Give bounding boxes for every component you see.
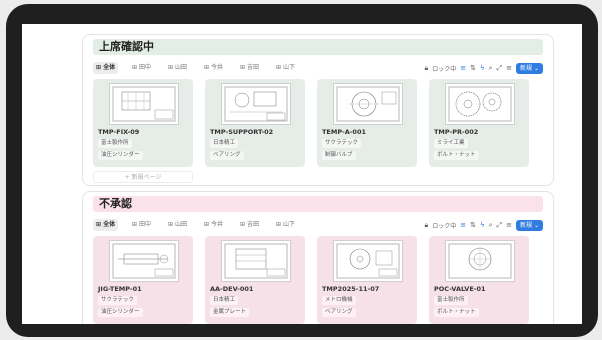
section-title: 不承認 [93,196,543,212]
card-title: TEMP-A-001 [322,128,366,136]
sliders-icon[interactable]: ≡ [506,62,512,74]
card[interactable]: POC-VALVE-01 富士製作所 ボルト・ナット [429,236,529,324]
tab-imai[interactable]: ⊞ 今井 [201,219,226,231]
part-tag: 制御バルブ [322,151,356,160]
company-tag: サクラテック [322,139,362,148]
card[interactable]: JIG-TEMP-01 サクラテック 油圧シリンダー [93,236,193,324]
section-rejected: 不承認 ⊞ 全体 ⊞ 田中 ⊞ 山田 ⊞ 今井 ⊞ 吉田 ⊞ 山下 🔒︎ ロック… [82,191,554,324]
part-tag: ベアリング [322,308,356,317]
part-tag: ボルト・ナット [434,308,479,317]
part-tag: ボルト・ナット [434,151,479,160]
card-title: JIG-TEMP-01 [98,285,142,293]
part-tag: 金属プレート [210,308,250,317]
part-tag: 油圧シリンダー [98,151,143,160]
new-button[interactable]: 新規 ⌄ [516,62,543,74]
view-toolbar: ⊞ 全体 ⊞ 田中 ⊞ 山田 ⊞ 今井 ⊞ 吉田 ⊞ 山下 🔒︎ ロック中 ≡ … [93,61,543,75]
card[interactable]: TEMP-A-001 サクラテック 制御バルブ [317,79,417,167]
search-icon[interactable]: ⌕ [489,62,493,74]
tab-yamada[interactable]: ⊞ 山田 [165,62,190,74]
card-title: TMP-FIX-09 [98,128,140,136]
search-icon[interactable]: ⌕ [489,219,493,231]
card-title: TMP-PR-002 [434,128,479,136]
filter-icon[interactable]: ≡ [460,219,466,231]
grid-icon: ⊞ [240,64,247,71]
view-toolbar: ⊞ 全体 ⊞ 田中 ⊞ 山田 ⊞ 今井 ⊞ 吉田 ⊞ 山下 🔒︎ ロック中 ≡ … [93,218,543,232]
company-tag: 日本精工 [210,296,239,305]
tab-all[interactable]: ⊞ 全体 [93,62,119,74]
grid-icon: ⊞ [168,64,175,71]
sliders-icon[interactable]: ≡ [506,219,512,231]
grid-icon: ⊞ [276,221,283,228]
new-button[interactable]: 新規 ⌄ [516,219,543,231]
part-tag: ベアリング [210,151,244,160]
grid-icon: ⊞ [204,64,211,71]
toolbar-actions: 🔒︎ ロック中 ≡ ⇅ ϟ ⌕ ⤢ ≡ 新規 ⌄ [424,219,543,231]
drawing-thumbnail [221,83,291,125]
section-under-review: 上席確認中 ⊞ 全体 ⊞ 田中 ⊞ 山田 ⊞ 今井 ⊞ 吉田 ⊞ 山下 🔒︎ ロ… [82,34,554,186]
card-gallery: TMP-FIX-09 富士製作所 油圧シリンダー TMP-SUPPORT-02 … [93,79,543,167]
app-screen: 上席確認中 ⊞ 全体 ⊞ 田中 ⊞ 山田 ⊞ 今井 ⊞ 吉田 ⊞ 山下 🔒︎ ロ… [22,24,582,324]
company-tag: サクラテック [98,296,138,305]
grid-icon: ⊞ [204,221,211,228]
grid-icon: ⊞ [132,64,139,71]
tab-yamashita[interactable]: ⊞ 山下 [273,62,298,74]
add-page-button[interactable]: + 新規ページ [93,171,193,183]
tab-imai[interactable]: ⊞ 今井 [201,62,226,74]
card-title: TMP2025-11-07 [322,285,380,293]
lock-label: ロック中 [432,222,457,230]
tab-yamada[interactable]: ⊞ 山田 [165,219,190,231]
drawing-thumbnail [109,240,179,282]
drawing-thumbnail [109,83,179,125]
drawing-thumbnail [445,83,515,125]
grid-icon: ⊞ [240,221,247,228]
company-tag: 富士製作所 [434,296,468,305]
grid-icon: ⊞ [276,64,283,71]
lock-label: ロック中 [432,65,457,73]
tab-yoshida[interactable]: ⊞ 吉田 [237,219,262,231]
lock-icon: 🔒︎ [424,64,429,72]
card-gallery: JIG-TEMP-01 サクラテック 油圧シリンダー AA-DEV-001 日本… [93,236,543,324]
card-title: AA-DEV-001 [210,285,254,293]
lightning-icon[interactable]: ϟ [480,62,485,74]
grid-icon: ⊞ [168,221,175,228]
tab-all[interactable]: ⊞ 全体 [93,219,119,231]
tablet-frame: 上席確認中 ⊞ 全体 ⊞ 田中 ⊞ 山田 ⊞ 今井 ⊞ 吉田 ⊞ 山下 🔒︎ ロ… [6,4,598,337]
tab-yoshida[interactable]: ⊞ 吉田 [237,62,262,74]
drawing-thumbnail [333,83,403,125]
filter-icon[interactable]: ≡ [460,62,466,74]
lightning-icon[interactable]: ϟ [480,219,485,231]
tab-yamashita[interactable]: ⊞ 山下 [273,219,298,231]
lock-icon: 🔒︎ [424,221,429,229]
card[interactable]: TMP-PR-002 ミライ工業 ボルト・ナット [429,79,529,167]
toolbar-actions: 🔒︎ ロック中 ≡ ⇅ ϟ ⌕ ⤢ ≡ 新規 ⌄ [424,62,543,74]
chevron-down-icon: ⌄ [533,64,539,72]
card[interactable]: TMP-FIX-09 富士製作所 油圧シリンダー [93,79,193,167]
sort-icon[interactable]: ⇅ [470,219,476,231]
company-tag: 富士製作所 [98,139,132,148]
company-tag: ミライ工業 [434,139,468,148]
part-tag: 油圧シリンダー [98,308,143,317]
chevron-down-icon: ⌄ [533,221,539,229]
tab-tanaka[interactable]: ⊞ 田中 [129,219,154,231]
company-tag: 日本精工 [210,139,239,148]
card[interactable]: TMP2025-11-07 メトロ機械 ベアリング [317,236,417,324]
company-tag: メトロ機械 [322,296,356,305]
tab-tanaka[interactable]: ⊞ 田中 [129,62,154,74]
expand-icon[interactable]: ⤢ [497,62,503,74]
grid-icon: ⊞ [132,221,139,228]
expand-icon[interactable]: ⤢ [497,219,503,231]
drawing-thumbnail [221,240,291,282]
section-title: 上席確認中 [93,39,543,55]
card[interactable]: AA-DEV-001 日本精工 金属プレート [205,236,305,324]
card[interactable]: TMP-SUPPORT-02 日本精工 ベアリング [205,79,305,167]
drawing-thumbnail [333,240,403,282]
card-title: TMP-SUPPORT-02 [210,128,274,136]
sort-icon[interactable]: ⇅ [470,62,476,74]
drawing-thumbnail [445,240,515,282]
card-title: POC-VALVE-01 [434,285,486,293]
